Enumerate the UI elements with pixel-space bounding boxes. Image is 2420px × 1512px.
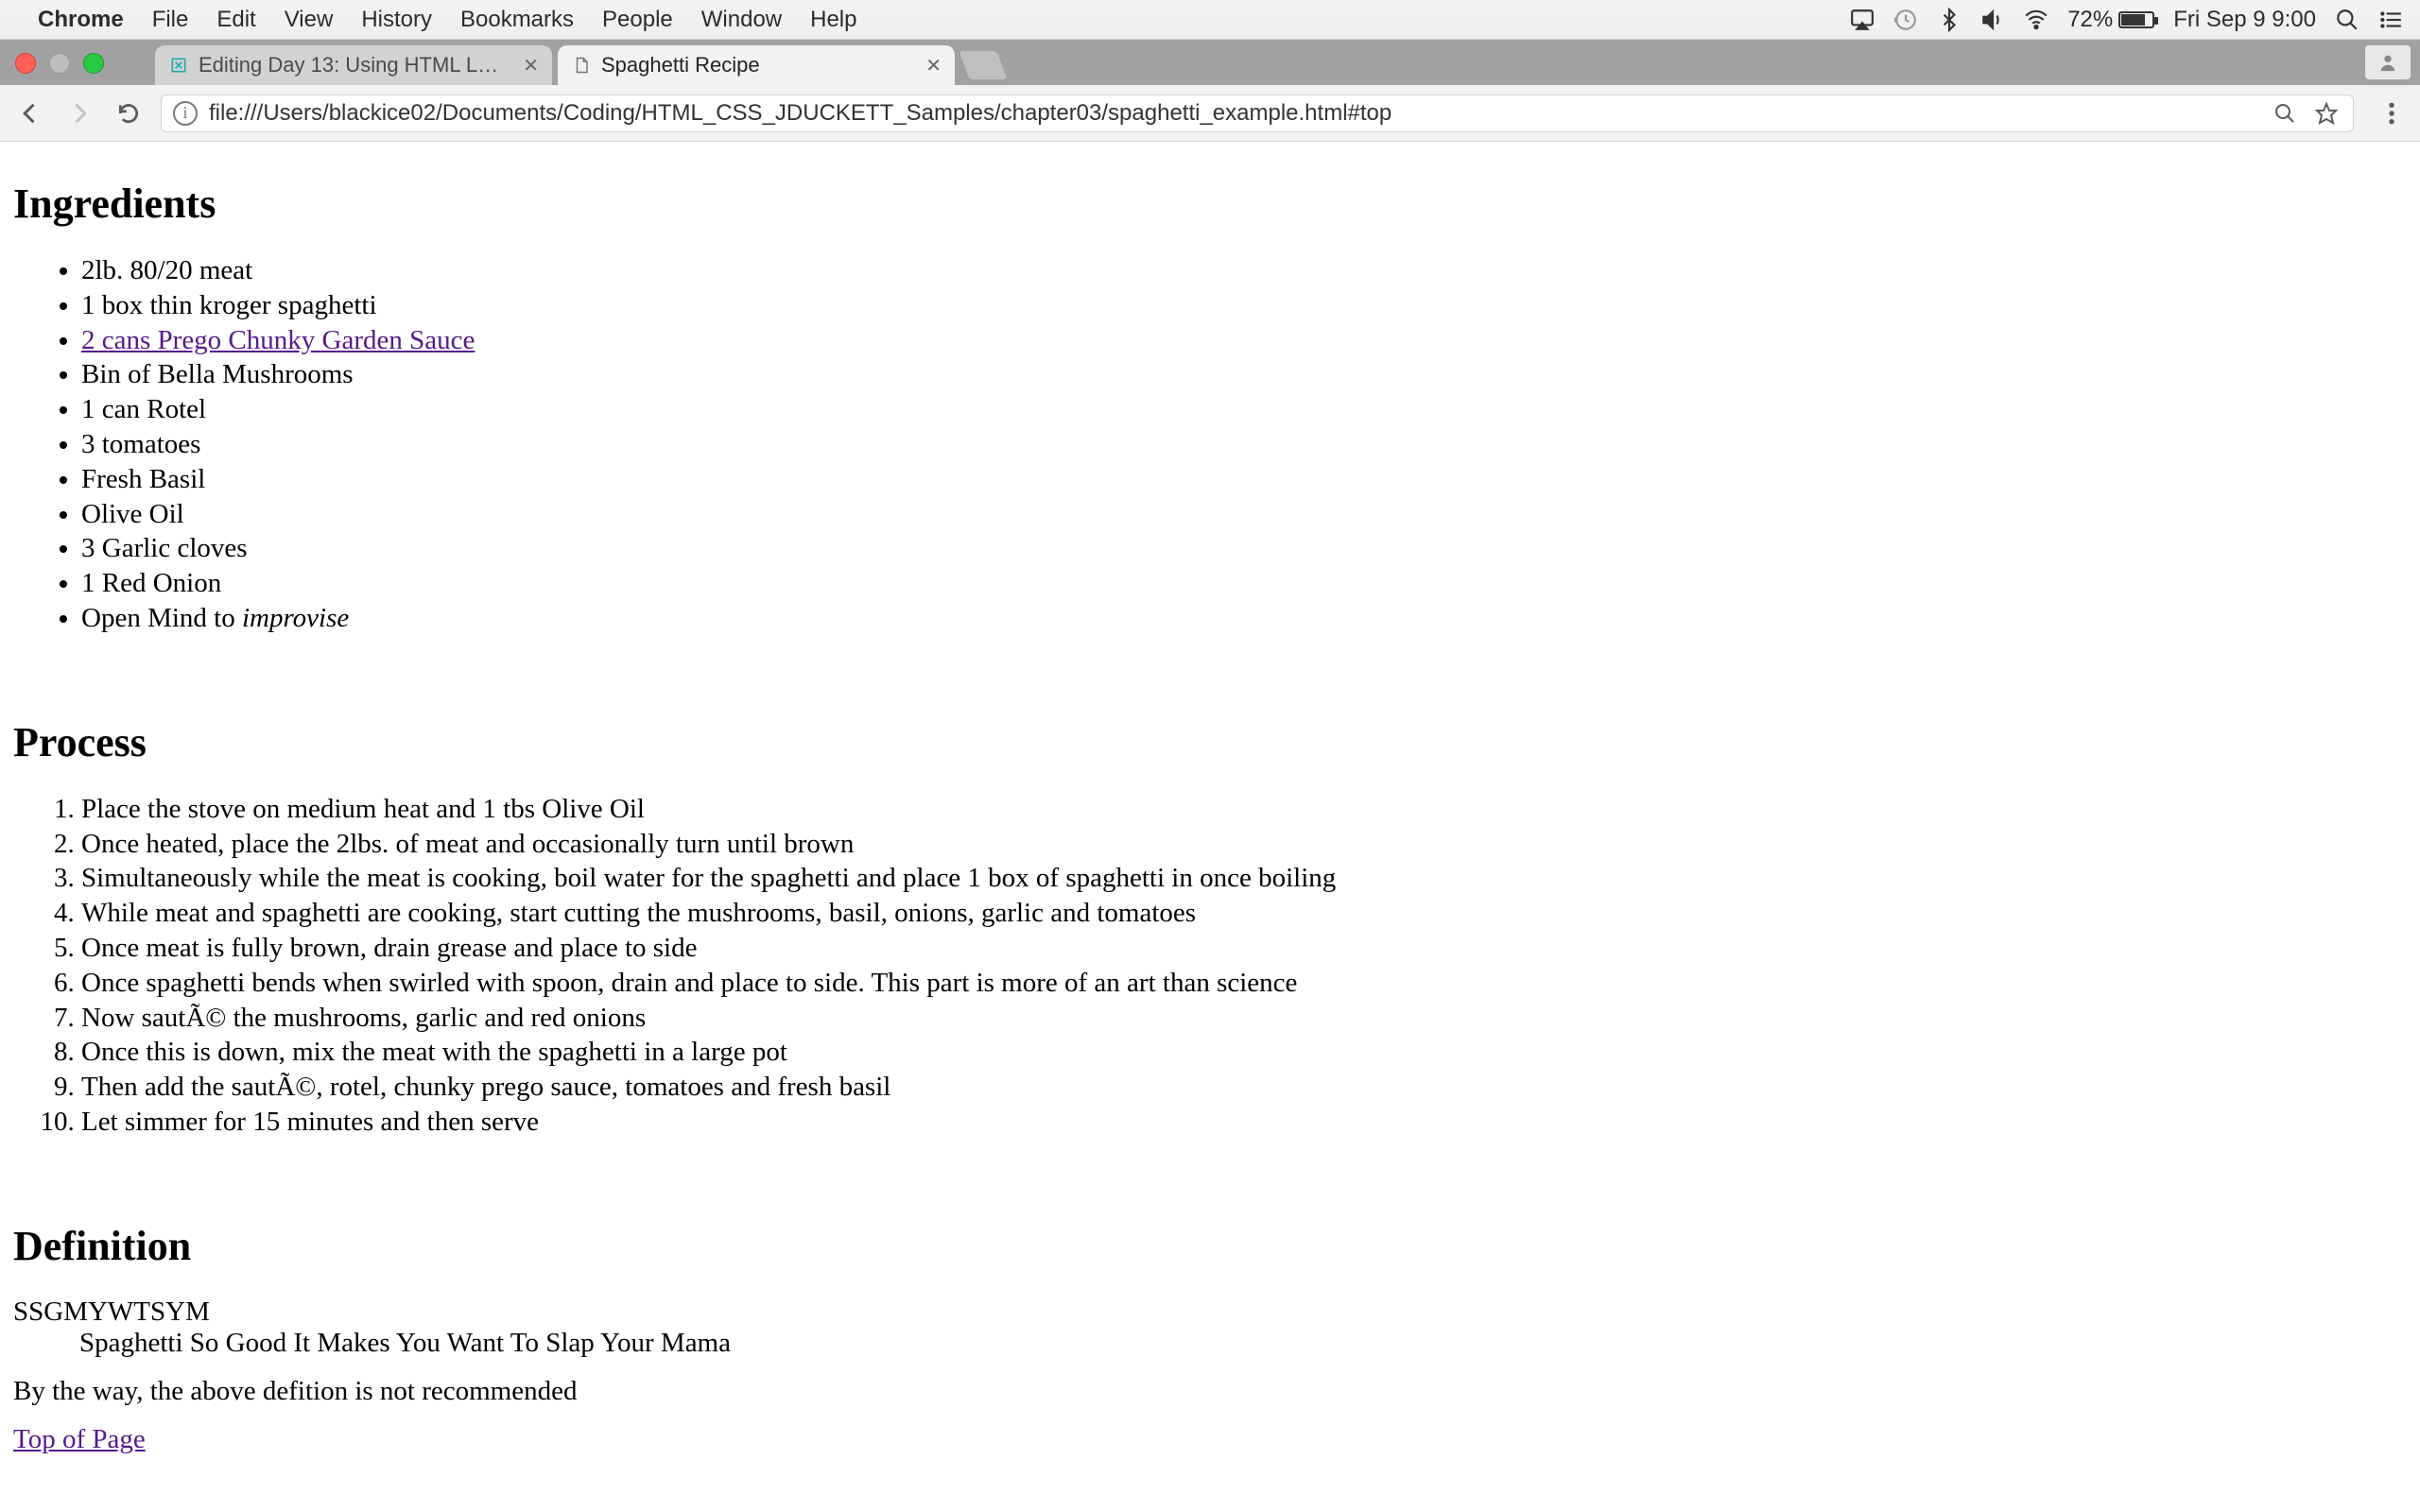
- menu-edit[interactable]: Edit: [216, 7, 255, 33]
- zoom-icon[interactable]: [2270, 98, 2300, 129]
- bluetooth-icon[interactable]: [1937, 8, 1962, 32]
- ingredient-link[interactable]: 2 cans Prego Chunky Garden Sauce: [81, 325, 475, 355]
- list-item: Once spaghetti bends when swirled with s…: [81, 967, 2407, 1000]
- list-item: Fresh Basil: [81, 463, 2407, 496]
- list-item: 3 tomatoes: [81, 428, 2407, 461]
- tab-1-favicon-icon: [168, 55, 189, 76]
- window-controls: [15, 53, 104, 74]
- definition-heading: Definition: [13, 1222, 2407, 1270]
- tab-2[interactable]: Spaghetti Recipe ✕: [558, 45, 955, 85]
- battery-percent: 72%: [2067, 7, 2113, 33]
- list-item: 1 Red Onion: [81, 567, 2407, 600]
- profile-button[interactable]: [2365, 45, 2411, 79]
- menu-people[interactable]: People: [602, 7, 673, 33]
- window-minimize-button[interactable]: [49, 53, 70, 74]
- process-heading: Process: [13, 718, 2407, 766]
- list-item: While meat and spaghetti are cooking, st…: [81, 897, 2407, 930]
- list-item: Olive Oil: [81, 498, 2407, 531]
- list-item: Open Mind to improvise: [81, 602, 2407, 635]
- airplay-icon[interactable]: [1850, 8, 1875, 32]
- chrome-toolbar: i file:///Users/blackice02/Documents/Cod…: [0, 85, 2420, 142]
- battery-status[interactable]: 72%: [2067, 7, 2154, 33]
- reload-button[interactable]: [112, 96, 146, 130]
- list-item: Once heated, place the 2lbs. of meat and…: [81, 828, 2407, 861]
- list-item: 3 Garlic cloves: [81, 532, 2407, 565]
- top-of-page-link[interactable]: Top of Page: [13, 1424, 146, 1454]
- list-item: Bin of Bella Mushrooms: [81, 358, 2407, 391]
- forward-button[interactable]: [62, 96, 96, 130]
- tab-1-title: Editing Day 13: Using HTML L…: [199, 53, 513, 77]
- definition-desc: Spaghetti So Good It Makes You Want To S…: [79, 1328, 2407, 1359]
- menubar-status: 72% Fri Sep 9 9:00: [1850, 7, 2403, 33]
- menubar-datetime[interactable]: Fri Sep 9 9:00: [2173, 7, 2316, 33]
- app-name-menu[interactable]: Chrome: [38, 7, 124, 33]
- definition-list: SSGMYWTSYM Spaghetti So Good It Makes Yo…: [13, 1297, 2407, 1359]
- definition-term: SSGMYWTSYM: [13, 1297, 2407, 1328]
- site-info-icon[interactable]: i: [173, 101, 198, 126]
- menu-view[interactable]: View: [285, 7, 334, 33]
- spotlight-icon[interactable]: [2335, 8, 2360, 32]
- address-bar[interactable]: i file:///Users/blackice02/Documents/Cod…: [161, 94, 2354, 132]
- window-close-button[interactable]: [15, 53, 36, 74]
- menu-file[interactable]: File: [152, 7, 189, 33]
- ingredients-heading: Ingredients: [13, 180, 2407, 228]
- macos-menubar: Chrome File Edit View History Bookmarks …: [0, 0, 2420, 40]
- list-item: Once meat is fully brown, drain grease a…: [81, 932, 2407, 965]
- list-item: Now sautÃ© the mushrooms, garlic and red…: [81, 1002, 2407, 1035]
- list-item: 2 cans Prego Chunky Garden Sauce: [81, 324, 2407, 357]
- new-tab-button[interactable]: [959, 51, 1008, 79]
- menu-history[interactable]: History: [361, 7, 432, 33]
- list-item: Then add the sautÃ©, rotel, chunky prego…: [81, 1071, 2407, 1104]
- list-item: Let simmer for 15 minutes and then serve: [81, 1106, 2407, 1139]
- tab-1[interactable]: Editing Day 13: Using HTML L… ✕: [155, 45, 552, 85]
- chrome-tabbar: Editing Day 13: Using HTML L… ✕ Spaghett…: [0, 40, 2420, 85]
- battery-icon: [2118, 11, 2154, 28]
- page-content: Ingredients 2lb. 80/20 meat1 box thin kr…: [0, 142, 2420, 1512]
- wifi-icon[interactable]: [2024, 8, 2048, 32]
- menu-window[interactable]: Window: [701, 7, 782, 33]
- menu-list-icon[interactable]: [2378, 8, 2403, 32]
- menu-help[interactable]: Help: [810, 7, 856, 33]
- process-list: Place the stove on medium heat and 1 tbs…: [81, 793, 2407, 1139]
- list-item: Once this is down, mix the meat with the…: [81, 1036, 2407, 1069]
- ingredients-list: 2lb. 80/20 meat1 box thin kroger spaghet…: [81, 254, 2407, 635]
- bookmark-star-icon[interactable]: [2311, 98, 2342, 129]
- volume-icon[interactable]: [1980, 8, 2005, 32]
- url-text: file:///Users/blackice02/Documents/Codin…: [209, 100, 2258, 127]
- list-item: 1 can Rotel: [81, 393, 2407, 426]
- tab-1-close-icon[interactable]: ✕: [523, 54, 539, 77]
- definition-note: By the way, the above defition is not re…: [13, 1376, 2407, 1407]
- tab-2-favicon-icon: [571, 55, 592, 76]
- list-item: Place the stove on medium heat and 1 tbs…: [81, 793, 2407, 826]
- menu-bookmarks[interactable]: Bookmarks: [460, 7, 574, 33]
- tab-2-close-icon[interactable]: ✕: [925, 54, 942, 77]
- back-button[interactable]: [13, 96, 47, 130]
- tab-2-title: Spaghetti Recipe: [601, 53, 916, 77]
- timemachine-icon[interactable]: [1893, 8, 1918, 32]
- list-item: Simultaneously while the meat is cooking…: [81, 862, 2407, 895]
- list-item: 2lb. 80/20 meat: [81, 254, 2407, 287]
- window-fullscreen-button[interactable]: [83, 53, 104, 74]
- chrome-menu-icon[interactable]: [2377, 98, 2407, 129]
- list-item: 1 box thin kroger spaghetti: [81, 289, 2407, 322]
